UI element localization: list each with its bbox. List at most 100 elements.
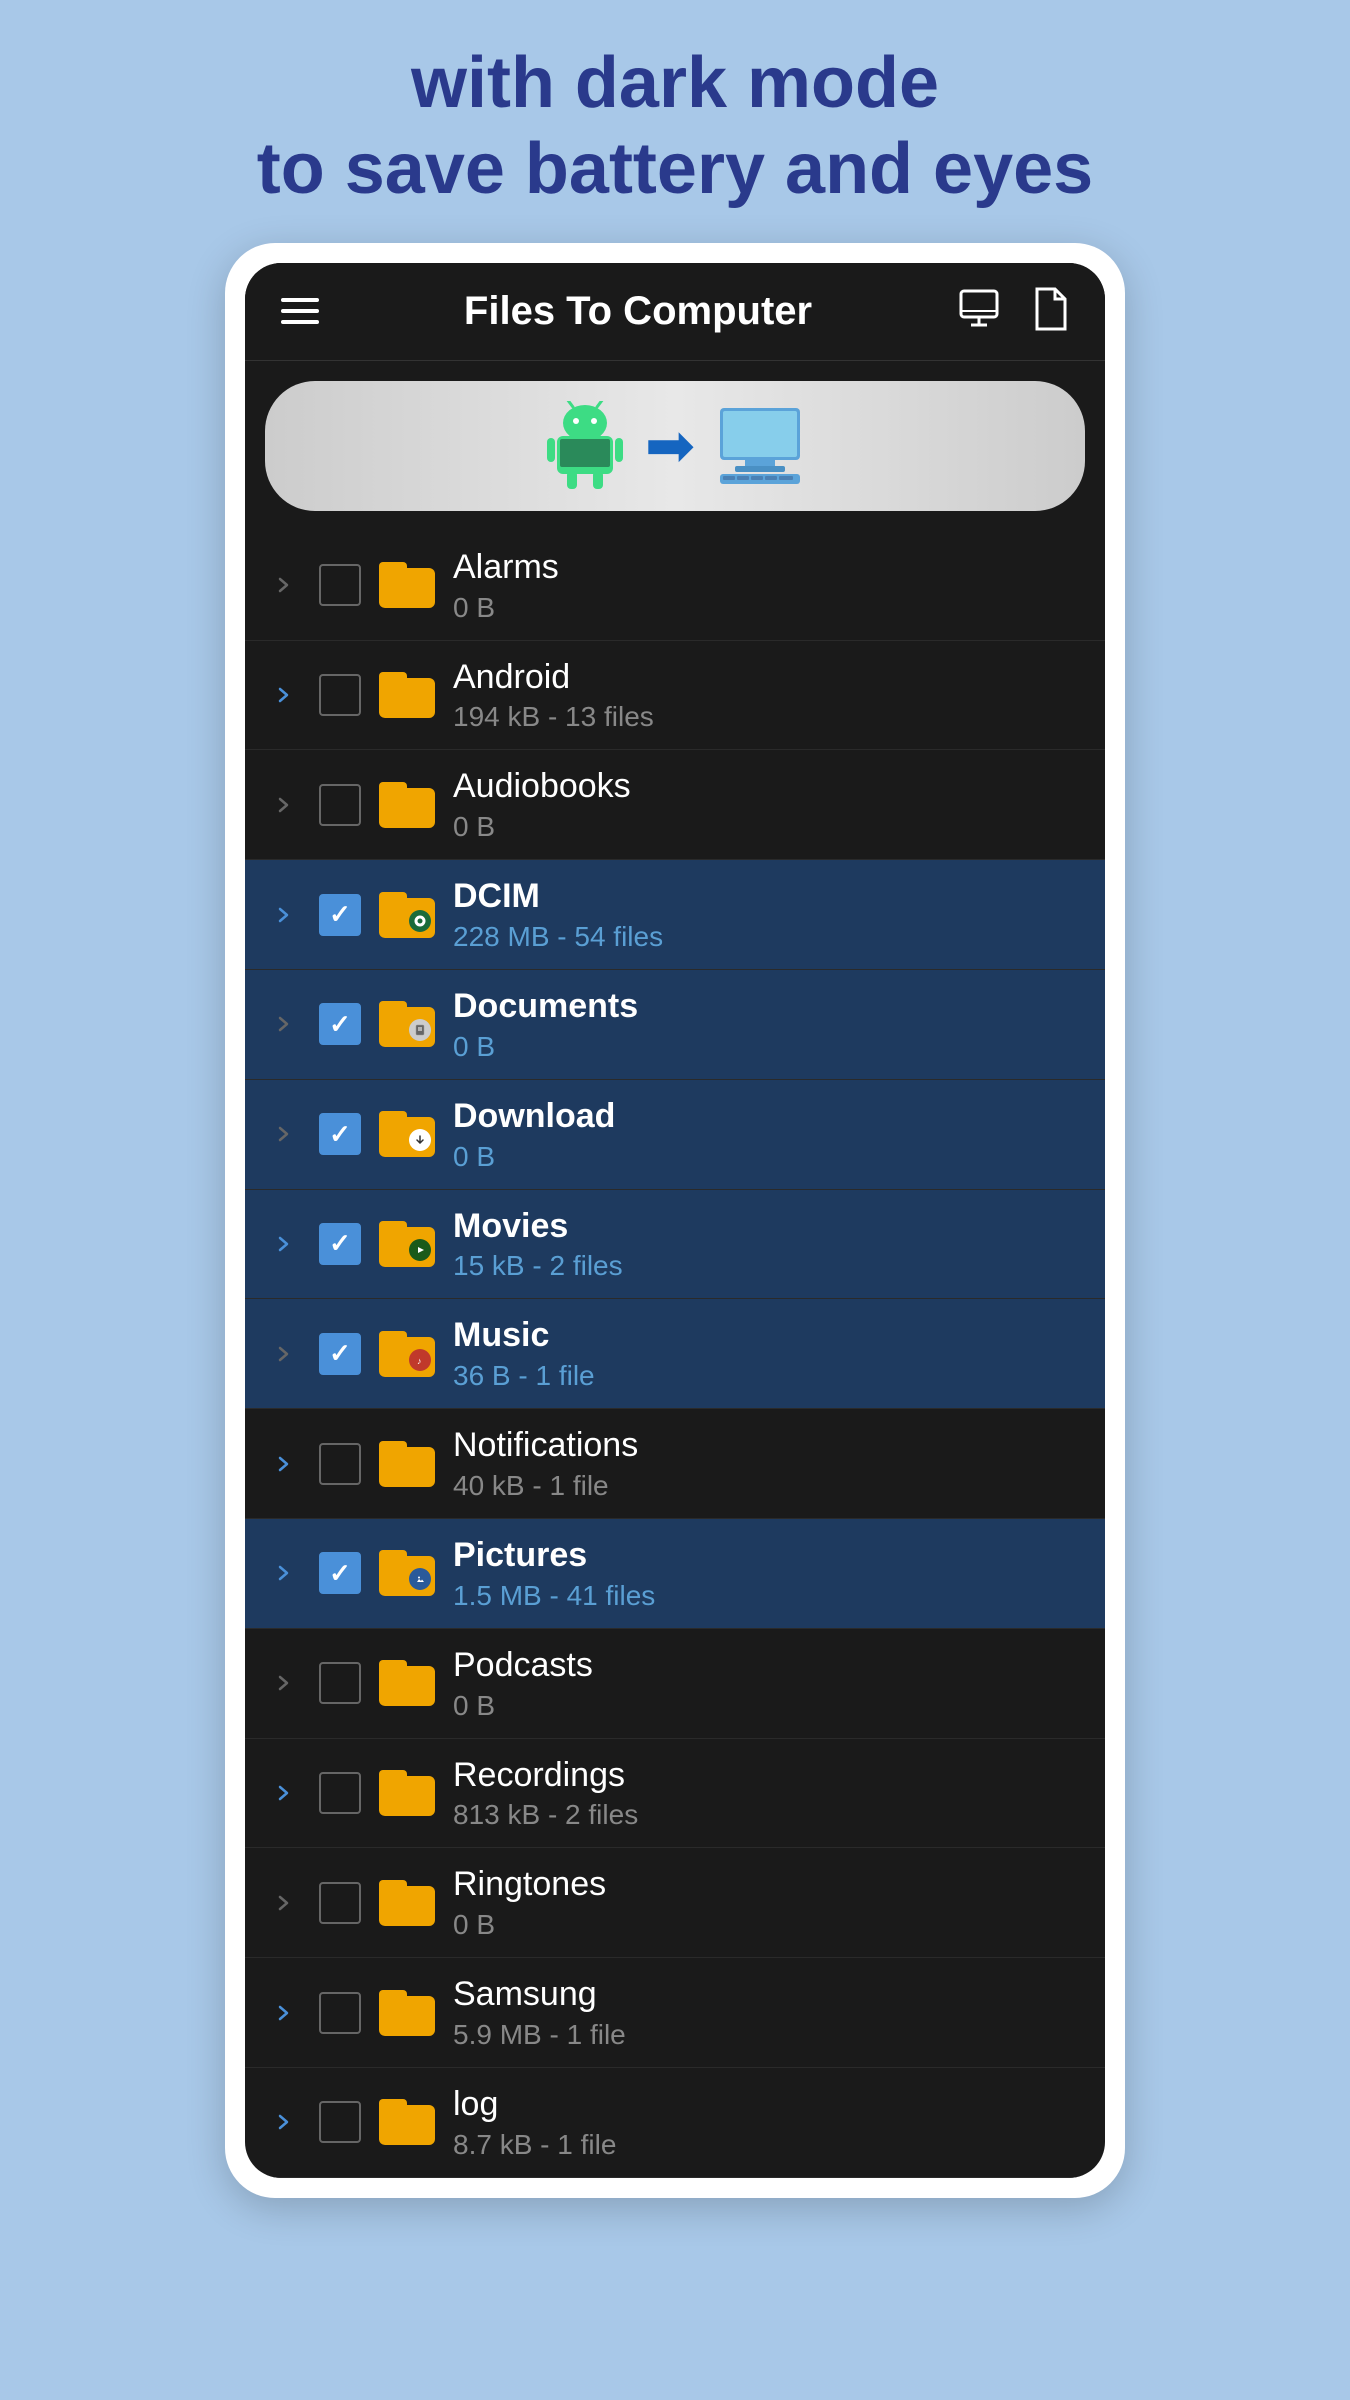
chevron-icon[interactable] bbox=[265, 1775, 301, 1811]
folder-info: DCIM 228 MB - 54 files bbox=[453, 876, 1085, 953]
folder-icon bbox=[379, 1111, 435, 1157]
chevron-icon[interactable] bbox=[265, 2104, 301, 2140]
folder-size: 0 B bbox=[453, 1031, 1085, 1063]
arrow-icon: ➡ bbox=[645, 411, 695, 481]
folder-checkbox[interactable] bbox=[319, 894, 361, 936]
app-title: Files To Computer bbox=[464, 289, 812, 334]
folder-checkbox[interactable] bbox=[319, 1552, 361, 1594]
folder-size: 194 kB - 13 files bbox=[453, 701, 1085, 733]
folder-name: Podcasts bbox=[453, 1645, 1085, 1686]
chevron-icon[interactable] bbox=[265, 1995, 301, 2031]
folder-info: Recordings 813 kB - 2 files bbox=[453, 1755, 1085, 1832]
folder-checkbox[interactable] bbox=[319, 1992, 361, 2034]
folder-icon bbox=[379, 562, 435, 608]
file-row[interactable]: log 8.7 kB - 1 file bbox=[245, 2068, 1105, 2178]
file-icon[interactable] bbox=[1031, 287, 1069, 336]
chevron-icon[interactable] bbox=[265, 1336, 301, 1372]
folder-checkbox[interactable] bbox=[319, 2101, 361, 2143]
file-row[interactable]: DCIM 228 MB - 54 files bbox=[245, 860, 1105, 970]
chevron-icon[interactable] bbox=[265, 1885, 301, 1921]
folder-info: log 8.7 kB - 1 file bbox=[453, 2084, 1085, 2161]
folder-name: Audiobooks bbox=[453, 766, 1085, 807]
file-row[interactable]: Ringtones 0 B bbox=[245, 1848, 1105, 1958]
folder-name: Android bbox=[453, 657, 1085, 698]
folder-info: Download 0 B bbox=[453, 1096, 1085, 1173]
folder-icon bbox=[379, 1441, 435, 1487]
folder-size: 0 B bbox=[453, 1909, 1085, 1941]
android-icon bbox=[545, 401, 625, 491]
file-row[interactable]: ♪ Music 36 B - 1 file bbox=[245, 1299, 1105, 1409]
folder-name: Alarms bbox=[453, 547, 1085, 588]
folder-name: Documents bbox=[453, 986, 1085, 1027]
folder-name: Movies bbox=[453, 1206, 1085, 1247]
file-row[interactable]: Movies 15 kB - 2 files bbox=[245, 1190, 1105, 1300]
file-row[interactable]: Android 194 kB - 13 files bbox=[245, 641, 1105, 751]
chevron-icon[interactable] bbox=[265, 1116, 301, 1152]
chevron-icon[interactable] bbox=[265, 567, 301, 603]
folder-size: 0 B bbox=[453, 592, 1085, 624]
file-row[interactable]: Alarms 0 B bbox=[245, 531, 1105, 641]
folder-checkbox[interactable] bbox=[319, 1772, 361, 1814]
folder-size: 0 B bbox=[453, 1690, 1085, 1722]
folder-icon bbox=[379, 1990, 435, 2036]
folder-checkbox[interactable] bbox=[319, 784, 361, 826]
folder-checkbox[interactable] bbox=[319, 1882, 361, 1924]
folder-icon: ♪ bbox=[379, 1331, 435, 1377]
file-row[interactable]: Samsung 5.9 MB - 1 file bbox=[245, 1958, 1105, 2068]
folder-info: Notifications 40 kB - 1 file bbox=[453, 1425, 1085, 1502]
file-row[interactable]: Download 0 B bbox=[245, 1080, 1105, 1190]
folder-name: Ringtones bbox=[453, 1864, 1085, 1905]
chevron-icon[interactable] bbox=[265, 1006, 301, 1042]
folder-info: Android 194 kB - 13 files bbox=[453, 657, 1085, 734]
folder-size: 36 B - 1 file bbox=[453, 1360, 1085, 1392]
file-row[interactable]: Podcasts 0 B bbox=[245, 1629, 1105, 1739]
computer-icon bbox=[715, 406, 805, 486]
folder-icon bbox=[379, 1880, 435, 1926]
folder-info: Audiobooks 0 B bbox=[453, 766, 1085, 843]
chevron-icon[interactable] bbox=[265, 897, 301, 933]
chevron-icon[interactable] bbox=[265, 677, 301, 713]
chevron-icon[interactable] bbox=[265, 1226, 301, 1262]
folder-checkbox[interactable] bbox=[319, 1443, 361, 1485]
chevron-icon[interactable] bbox=[265, 787, 301, 823]
folder-checkbox[interactable] bbox=[319, 564, 361, 606]
folder-size: 1.5 MB - 41 files bbox=[453, 1580, 1085, 1612]
folder-name: Pictures bbox=[453, 1535, 1085, 1576]
folder-name: Recordings bbox=[453, 1755, 1085, 1796]
folder-info: Alarms 0 B bbox=[453, 547, 1085, 624]
folder-size: 15 kB - 2 files bbox=[453, 1250, 1085, 1282]
folder-checkbox[interactable] bbox=[319, 1662, 361, 1704]
folder-icon bbox=[379, 1221, 435, 1267]
file-row[interactable]: Pictures 1.5 MB - 41 files bbox=[245, 1519, 1105, 1629]
file-list: Alarms 0 B Android 194 kB - 13 files bbox=[245, 531, 1105, 2178]
folder-info: Documents 0 B bbox=[453, 986, 1085, 1063]
folder-info: Movies 15 kB - 2 files bbox=[453, 1206, 1085, 1283]
chevron-icon[interactable] bbox=[265, 1555, 301, 1591]
header-section: with dark mode to save battery and eyes bbox=[197, 0, 1153, 243]
folder-icon bbox=[379, 892, 435, 938]
file-row[interactable]: Documents 0 B bbox=[245, 970, 1105, 1080]
monitor-icon[interactable] bbox=[957, 287, 1001, 336]
menu-button[interactable] bbox=[281, 298, 319, 324]
folder-size: 0 B bbox=[453, 1141, 1085, 1173]
folder-name: Notifications bbox=[453, 1425, 1085, 1466]
folder-name: Samsung bbox=[453, 1974, 1085, 2015]
folder-checkbox[interactable] bbox=[319, 1223, 361, 1265]
folder-checkbox[interactable] bbox=[319, 674, 361, 716]
folder-icon bbox=[379, 672, 435, 718]
folder-name: log bbox=[453, 2084, 1085, 2125]
chevron-icon[interactable] bbox=[265, 1665, 301, 1701]
folder-checkbox[interactable] bbox=[319, 1113, 361, 1155]
file-row[interactable]: Recordings 813 kB - 2 files bbox=[245, 1739, 1105, 1849]
top-bar-icons bbox=[957, 287, 1069, 336]
folder-size: 0 B bbox=[453, 811, 1085, 843]
folder-icon bbox=[379, 1550, 435, 1596]
file-row[interactable]: Notifications 40 kB - 1 file bbox=[245, 1409, 1105, 1519]
folder-checkbox[interactable] bbox=[319, 1003, 361, 1045]
folder-checkbox[interactable] bbox=[319, 1333, 361, 1375]
folder-size: 40 kB - 1 file bbox=[453, 1470, 1085, 1502]
folder-size: 8.7 kB - 1 file bbox=[453, 2129, 1085, 2161]
folder-info: Music 36 B - 1 file bbox=[453, 1315, 1085, 1392]
file-row[interactable]: Audiobooks 0 B bbox=[245, 750, 1105, 860]
chevron-icon[interactable] bbox=[265, 1446, 301, 1482]
